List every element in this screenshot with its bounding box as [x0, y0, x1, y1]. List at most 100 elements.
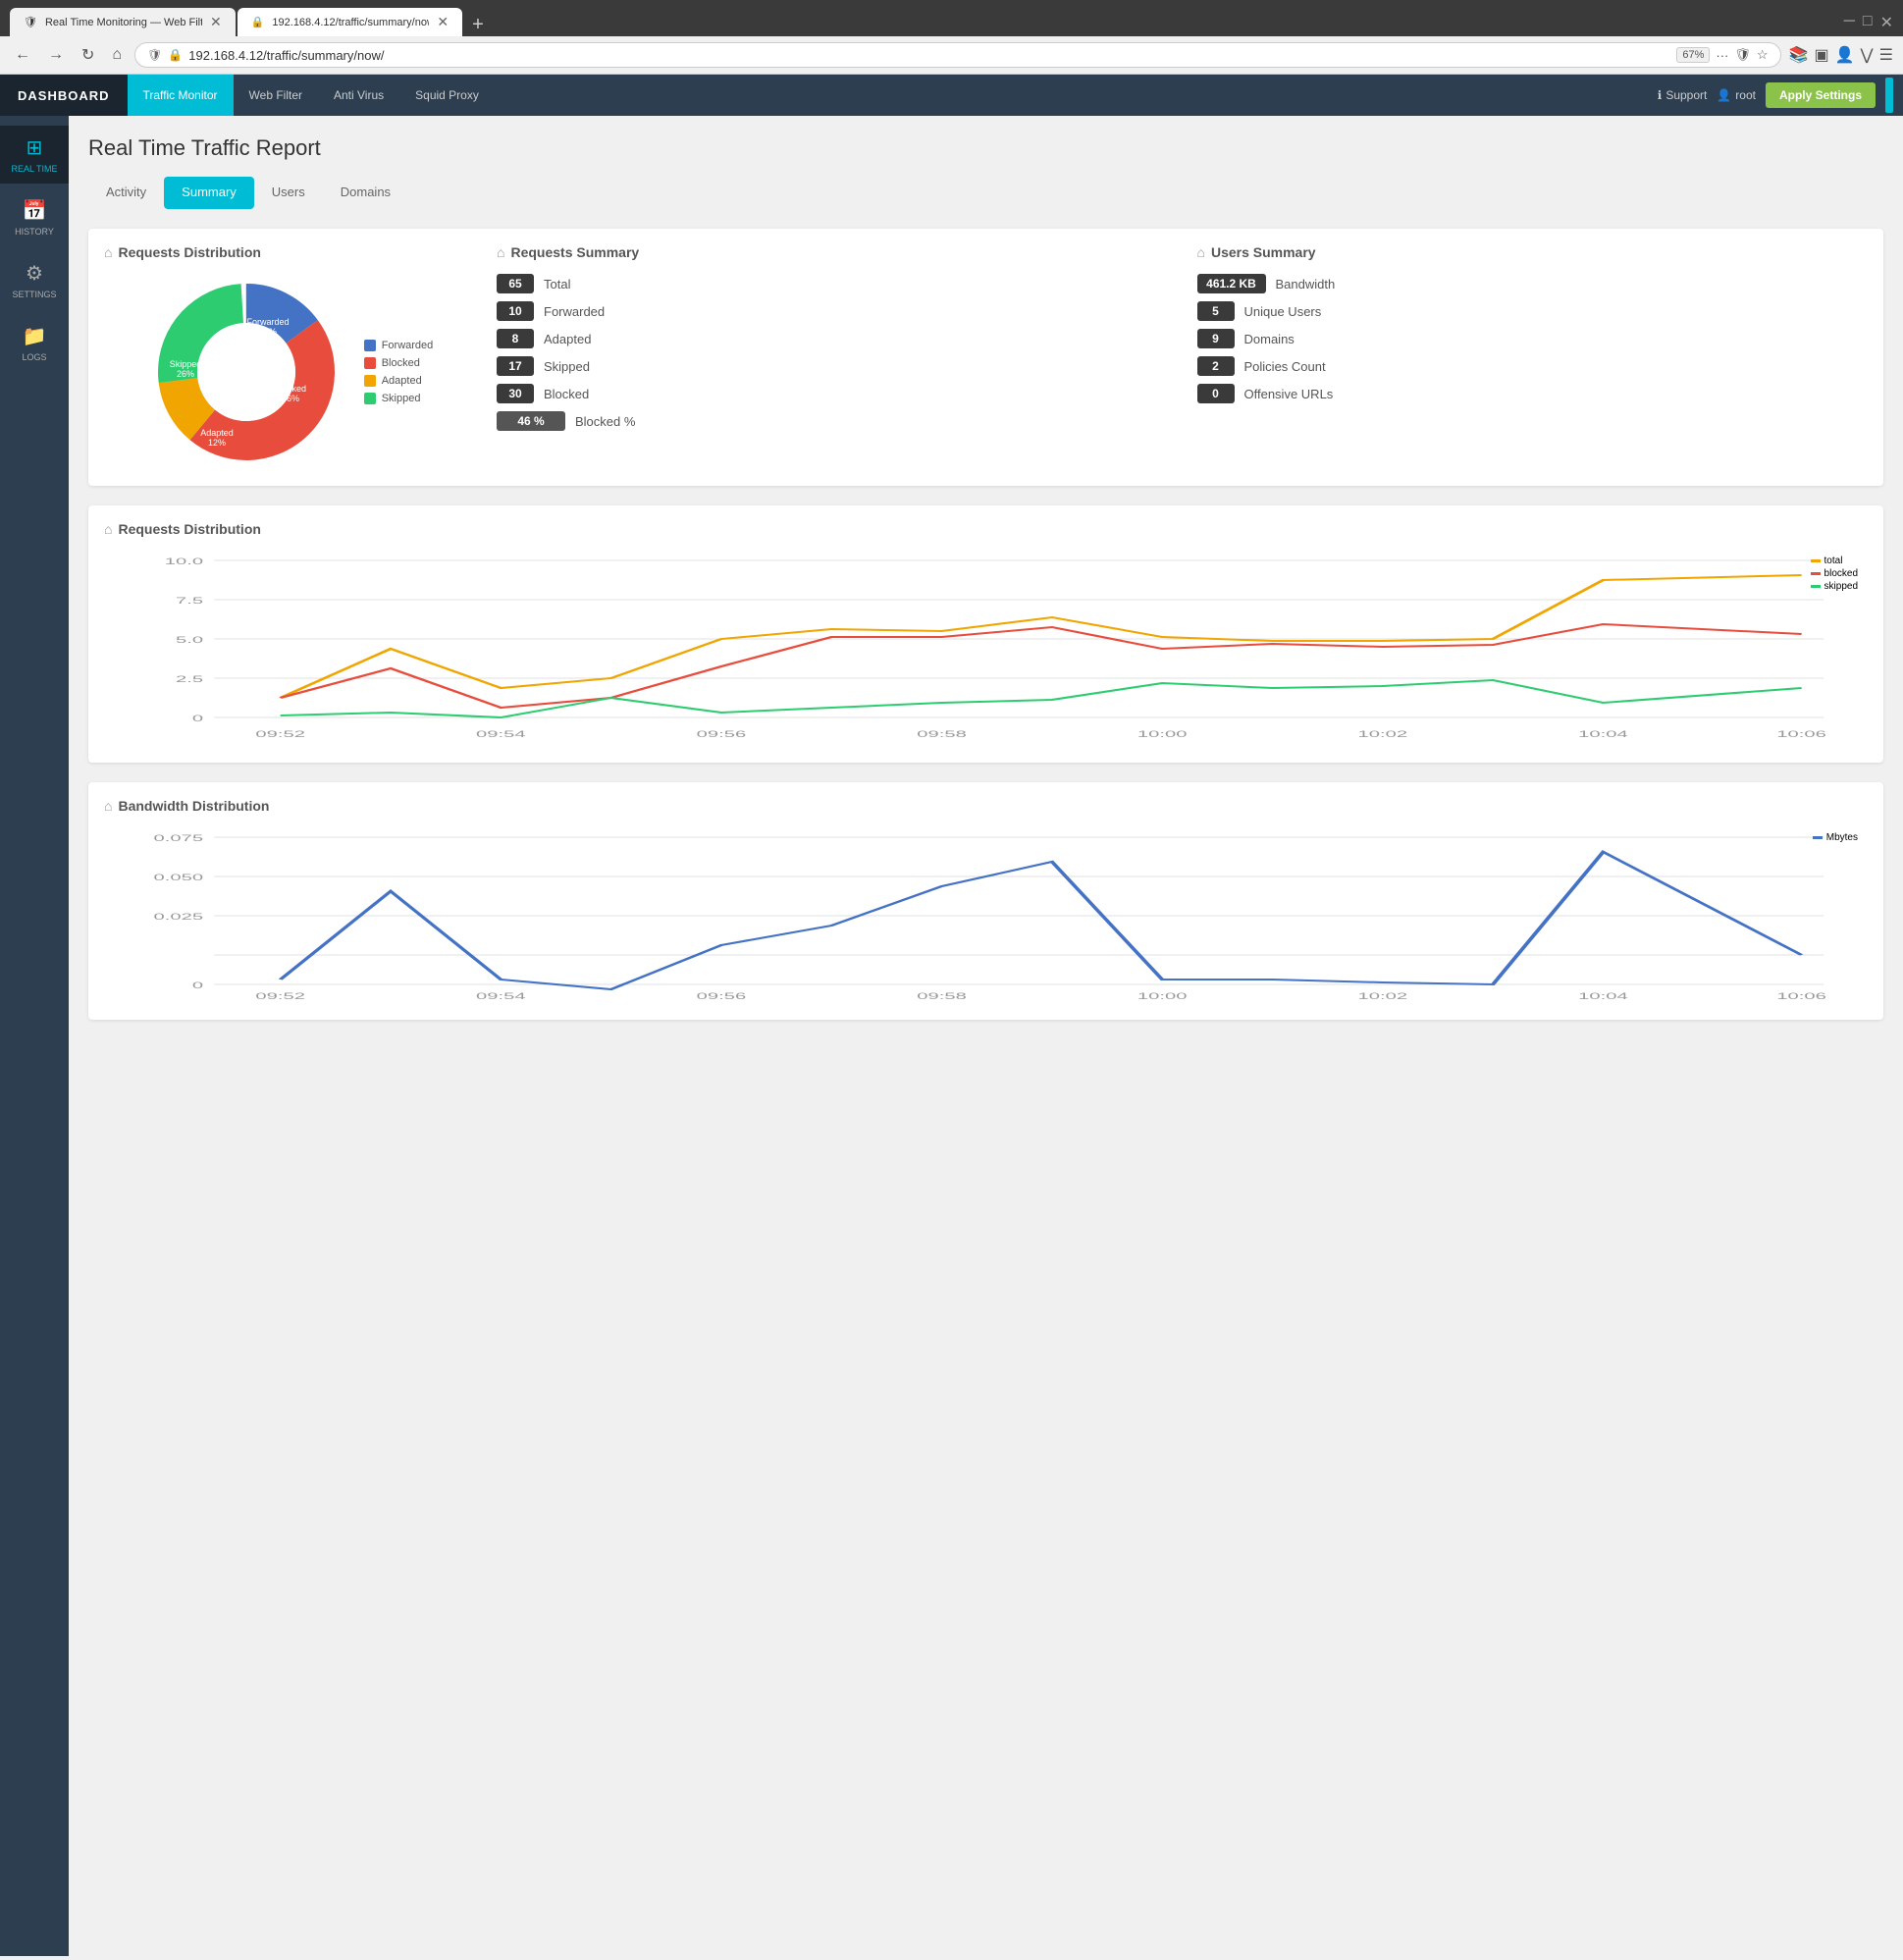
users-summary-header: ⌂ Users Summary: [1197, 244, 1869, 260]
legend-adapted: Adapted: [364, 375, 434, 387]
close-btn[interactable]: ✕: [1880, 13, 1893, 32]
browser-tab-2[interactable]: 🔒 192.168.4.12/traffic/summary/now/ ✕: [238, 8, 462, 36]
menu-icon[interactable]: ☰: [1879, 45, 1893, 65]
svg-text:09:56: 09:56: [697, 992, 747, 1002]
sidebar-label-history: HISTORY: [15, 227, 54, 237]
svg-text:15%: 15%: [259, 327, 277, 337]
tab-activity[interactable]: Activity: [88, 177, 164, 209]
user-policies-row: 2 Policies Count: [1197, 356, 1869, 376]
summary-sections: ⌂ Requests Summary 65 Total 10 Forwarded: [497, 244, 1868, 470]
requests-summary-section: ⌂ Requests Summary 65 Total 10 Forwarded: [497, 244, 1168, 470]
address-input[interactable]: [188, 48, 1670, 63]
page-tabs: Activity Summary Users Domains: [88, 177, 1883, 209]
user-bandwidth-label: Bandwidth: [1276, 277, 1336, 291]
tab-summary[interactable]: Summary: [164, 177, 254, 209]
toolbar-extras: 📚 ▣ 👤 ⋁ ☰: [1789, 45, 1893, 65]
zoom-level: 67%: [1676, 47, 1710, 63]
more-options-icon[interactable]: ···: [1716, 48, 1728, 63]
user-button[interactable]: 👤 root: [1717, 88, 1756, 102]
user-offensive-value: 0: [1197, 384, 1235, 403]
browser-tab-1[interactable]: 🛡 Real Time Monitoring — Web Filter... ✕: [10, 8, 236, 36]
req-summary-header: ⌂ Requests Summary: [497, 244, 1168, 260]
nav-traffic-monitor[interactable]: Traffic Monitor: [128, 75, 234, 116]
legend-total-line: total: [1811, 556, 1858, 566]
address-bar[interactable]: 🛡 🔒 67% ··· 🛡 ☆: [134, 42, 1780, 68]
req-chart-legend: total blocked skipped: [1811, 556, 1858, 592]
pie-header-label: Requests Distribution: [118, 244, 260, 260]
sidebar-item-history[interactable]: 📅 HISTORY: [0, 188, 69, 246]
user-domains-value: 9: [1197, 329, 1235, 348]
tab2-close[interactable]: ✕: [437, 14, 449, 30]
home-icon-pie: ⌂: [104, 244, 112, 260]
bookmark-icon[interactable]: 🛡: [1734, 47, 1751, 63]
bandwidth-chart-card: ⌂ Bandwidth Distribution Mbytes: [88, 782, 1883, 1020]
nav-anti-virus[interactable]: Anti Virus: [318, 75, 399, 116]
svg-text:09:52: 09:52: [255, 730, 305, 740]
distribution-top: ⌂ Requests Distribution: [104, 244, 1868, 470]
page-title: Real Time Traffic Report: [88, 135, 1883, 161]
sidebar-item-settings[interactable]: ⚙ SETTINGS: [0, 251, 69, 309]
user-policies-label: Policies Count: [1244, 359, 1326, 374]
history-icon: 📅: [23, 198, 47, 223]
reload-button[interactable]: ↻: [77, 43, 99, 67]
legend-skipped: Skipped: [364, 393, 434, 404]
mbytes-legend-dot: [1813, 836, 1823, 839]
svg-text:12%: 12%: [208, 438, 226, 448]
req-dist-chart-label: Requests Distribution: [118, 521, 260, 537]
svg-text:Forwarded: Forwarded: [246, 317, 289, 327]
library-icon[interactable]: 📚: [1789, 45, 1809, 65]
home-icon-req: ⌂: [497, 244, 504, 260]
req-blocked-pct-label: Blocked %: [575, 414, 635, 429]
tab-domains[interactable]: Domains: [323, 177, 408, 209]
nav-squid-proxy[interactable]: Squid Proxy: [399, 75, 495, 116]
user-offensive-label: Offensive URLs: [1244, 387, 1334, 401]
svg-text:09:56: 09:56: [697, 730, 747, 740]
profile-icon[interactable]: 👤: [1835, 45, 1855, 65]
svg-text:09:58: 09:58: [917, 992, 967, 1002]
shield-icon: 🛡: [147, 48, 162, 62]
svg-text:26%: 26%: [177, 369, 194, 379]
minimize-btn[interactable]: ─: [1844, 13, 1855, 32]
tab1-close[interactable]: ✕: [210, 14, 222, 30]
extensions-icon[interactable]: ⋁: [1861, 45, 1874, 65]
support-button[interactable]: ℹ Support: [1658, 88, 1708, 102]
new-tab-button[interactable]: +: [464, 14, 492, 36]
bandwidth-legend: Mbytes: [1813, 832, 1858, 843]
user-unique-value: 5: [1197, 301, 1235, 321]
content-area: ⊞ REAL TIME 📅 HISTORY ⚙ SETTINGS 📁 LOGS …: [0, 116, 1903, 1956]
user-icon: 👤: [1717, 88, 1731, 102]
browser-chrome: 🛡 Real Time Monitoring — Web Filter... ✕…: [0, 0, 1903, 36]
info-icon: ℹ: [1658, 88, 1663, 102]
back-button[interactable]: ←: [10, 44, 35, 66]
sidebar-item-logs[interactable]: 📁 LOGS: [0, 314, 69, 372]
user-unique-label: Unique Users: [1244, 304, 1322, 319]
home-button[interactable]: ⌂: [107, 44, 127, 66]
svg-text:10.0: 10.0: [165, 557, 204, 567]
svg-text:10:00: 10:00: [1137, 730, 1188, 740]
sidebar-toggle-icon[interactable]: ▣: [1814, 45, 1828, 65]
req-summary-label: Requests Summary: [510, 244, 639, 260]
browser-toolbar: ← → ↻ ⌂ 🛡 🔒 67% ··· 🛡 ☆ 📚 ▣ 👤 ⋁ ☰: [0, 36, 1903, 75]
pie-section: ⌂ Requests Distribution: [104, 244, 477, 470]
svg-text:10:04: 10:04: [1578, 992, 1628, 1002]
svg-text:10:02: 10:02: [1358, 992, 1408, 1002]
svg-text:10:06: 10:06: [1776, 730, 1826, 740]
sidebar-item-realtime[interactable]: ⊞ REAL TIME: [0, 126, 69, 184]
svg-text:0.075: 0.075: [154, 834, 204, 844]
svg-text:0.025: 0.025: [154, 913, 204, 923]
tab-users[interactable]: Users: [254, 177, 323, 209]
req-adapted-value: 8: [497, 329, 534, 348]
nav-items: Traffic Monitor Web Filter Anti Virus Sq…: [128, 75, 495, 116]
req-blocked-row: 30 Blocked: [497, 384, 1168, 403]
apply-settings-button[interactable]: Apply Settings: [1766, 82, 1876, 108]
svg-text:09:52: 09:52: [255, 992, 305, 1002]
nav-web-filter[interactable]: Web Filter: [234, 75, 318, 116]
forward-button[interactable]: →: [43, 44, 69, 66]
home-icon-bandwidth: ⌂: [104, 798, 112, 814]
star-icon[interactable]: ☆: [1757, 47, 1769, 63]
user-domains-row: 9 Domains: [1197, 329, 1869, 348]
maximize-btn[interactable]: □: [1863, 13, 1873, 32]
svg-text:Skipped: Skipped: [169, 359, 201, 369]
svg-text:0: 0: [192, 715, 204, 724]
settings-icon: ⚙: [26, 261, 43, 286]
